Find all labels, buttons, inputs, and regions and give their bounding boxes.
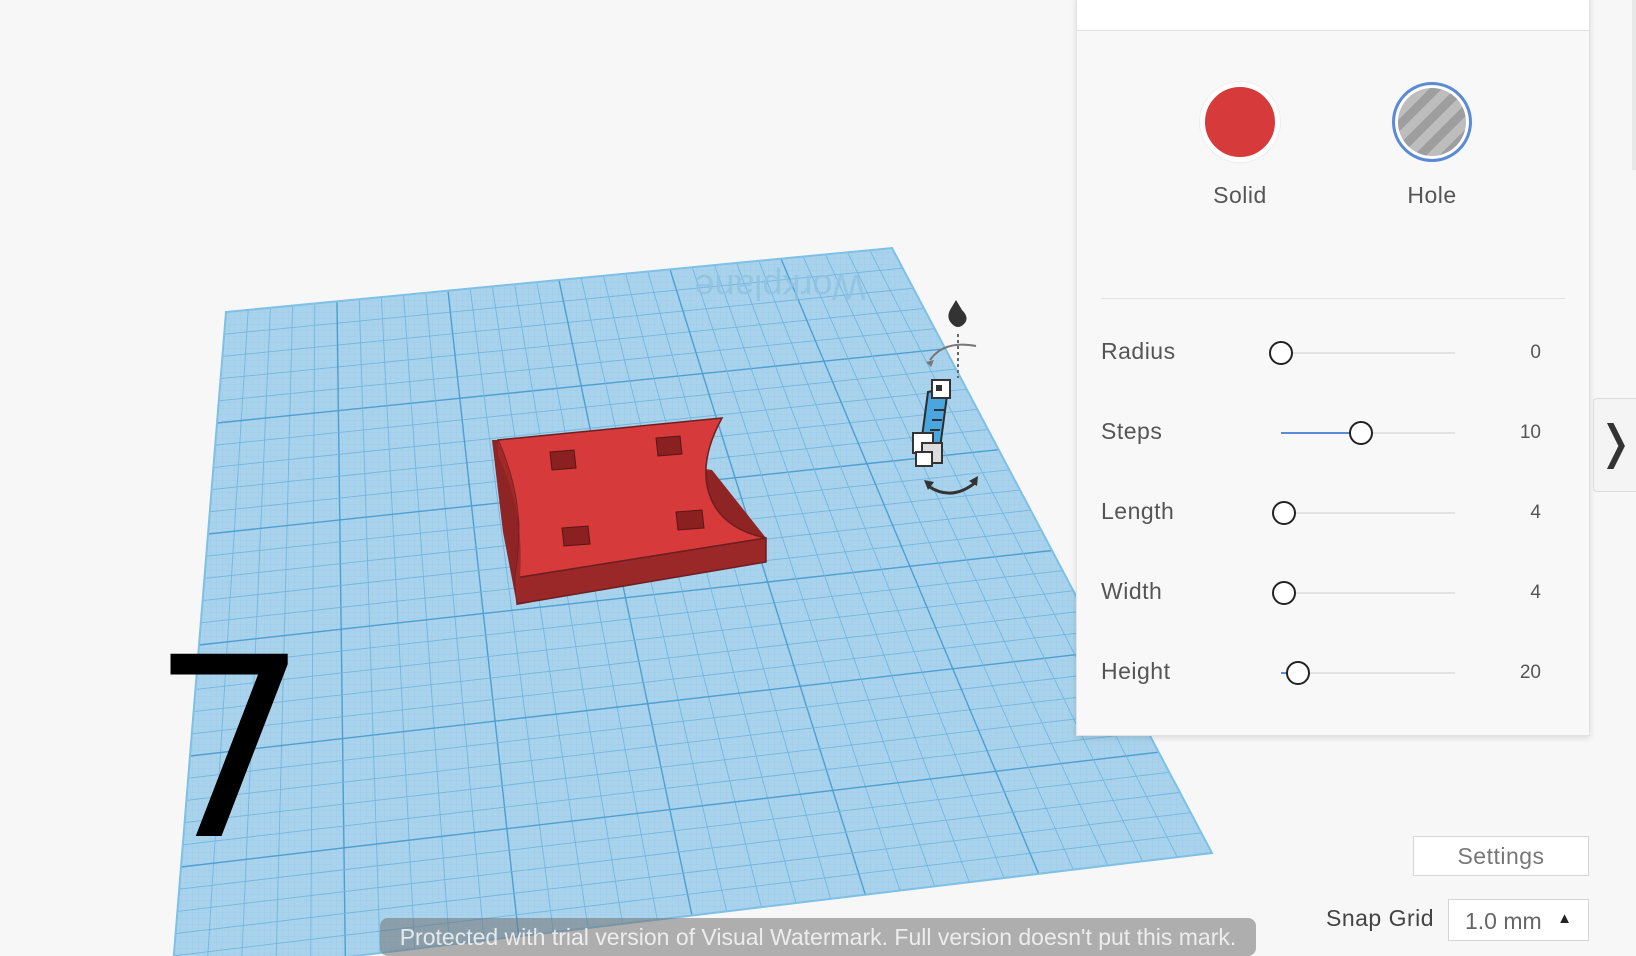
watermark-banner: Protected with trial version of Visual W… xyxy=(380,918,1256,956)
solid-button[interactable]: Solid xyxy=(1185,82,1295,209)
scroll-edge xyxy=(1632,0,1636,170)
param-label: Width xyxy=(1101,578,1163,604)
chevron-right-icon: ❭ xyxy=(1596,416,1635,468)
width-slider-thumb[interactable] xyxy=(1272,581,1297,605)
shape-panel: Solid Hole Radius 0 Steps 10 Length 4 Wi… xyxy=(1076,0,1590,736)
panel-divider xyxy=(1101,298,1565,299)
shape-hole-marker xyxy=(675,509,705,531)
param-label: Steps xyxy=(1101,418,1163,444)
caret-up-icon: ▲ xyxy=(1557,910,1572,927)
param-radius: Radius 0 xyxy=(1101,332,1565,372)
radius-slider[interactable] xyxy=(1269,341,1455,365)
length-slider[interactable] xyxy=(1272,501,1455,525)
hole-button[interactable]: Hole xyxy=(1377,82,1487,209)
radius-slider-thumb[interactable] xyxy=(1269,341,1293,365)
workplane[interactable]: Workplane xyxy=(172,246,1214,956)
hole-label: Hole xyxy=(1407,182,1457,208)
solid-label: Solid xyxy=(1213,182,1267,208)
hole-swatch-icon xyxy=(1392,82,1472,162)
param-height: Height 20 xyxy=(1101,652,1565,692)
param-value[interactable]: 20 xyxy=(1520,662,1541,684)
settings-button[interactable]: Settings xyxy=(1413,836,1589,876)
param-value[interactable]: 0 xyxy=(1530,342,1541,364)
steps-slider-thumb[interactable] xyxy=(1349,421,1374,445)
height-slider[interactable] xyxy=(1281,661,1455,685)
steps-slider[interactable] xyxy=(1281,421,1455,445)
param-label: Radius xyxy=(1101,338,1176,364)
width-slider[interactable] xyxy=(1272,581,1455,605)
shape-hole-marker xyxy=(561,525,591,547)
param-width: Width 4 xyxy=(1101,572,1565,612)
snap-grid-label: Snap Grid xyxy=(1326,905,1435,931)
param-steps: Steps 10 xyxy=(1101,412,1565,452)
param-value[interactable]: 4 xyxy=(1530,582,1541,604)
snap-grid-select[interactable]: 1.0 mm ▲ xyxy=(1448,899,1589,941)
shape-hole-marker xyxy=(549,449,577,471)
param-value[interactable]: 4 xyxy=(1530,502,1541,524)
panel-header xyxy=(1077,0,1589,31)
param-label: Length xyxy=(1101,498,1175,524)
param-length: Length 4 xyxy=(1101,492,1565,532)
length-slider-thumb[interactable] xyxy=(1272,501,1297,525)
solid-swatch-icon xyxy=(1200,82,1280,162)
height-slider-thumb[interactable] xyxy=(1286,661,1311,685)
workplane-label: Workplane xyxy=(694,267,865,308)
snap-grid-value: 1.0 mm xyxy=(1465,908,1542,934)
param-label: Height xyxy=(1101,658,1171,684)
shape-hole-marker xyxy=(655,435,683,457)
step-number: 7 xyxy=(150,604,310,895)
param-value[interactable]: 10 xyxy=(1520,422,1541,444)
collapse-panel-button[interactable]: ❭ xyxy=(1593,398,1636,492)
